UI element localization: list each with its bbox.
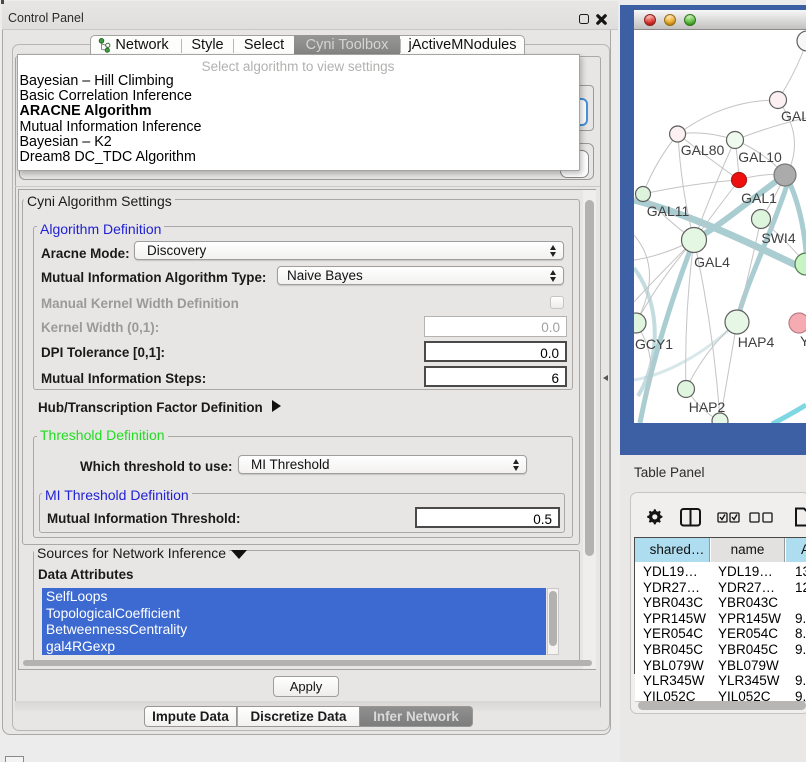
svg-text:GAL80: GAL80 xyxy=(681,142,725,158)
svg-text:GAL: GAL xyxy=(781,108,806,124)
svg-text:HAP4: HAP4 xyxy=(738,334,775,350)
svg-text:Y: Y xyxy=(800,333,806,349)
svg-text:SWI4: SWI4 xyxy=(761,230,795,246)
svg-text:HAP2: HAP2 xyxy=(689,399,726,415)
svg-text:GAL10: GAL10 xyxy=(738,149,782,165)
svg-text:GAL1: GAL1 xyxy=(741,190,777,206)
svg-text:GAL11: GAL11 xyxy=(647,203,690,219)
svg-text:GAL4: GAL4 xyxy=(694,254,730,270)
svg-text:GCY1: GCY1 xyxy=(635,336,673,352)
